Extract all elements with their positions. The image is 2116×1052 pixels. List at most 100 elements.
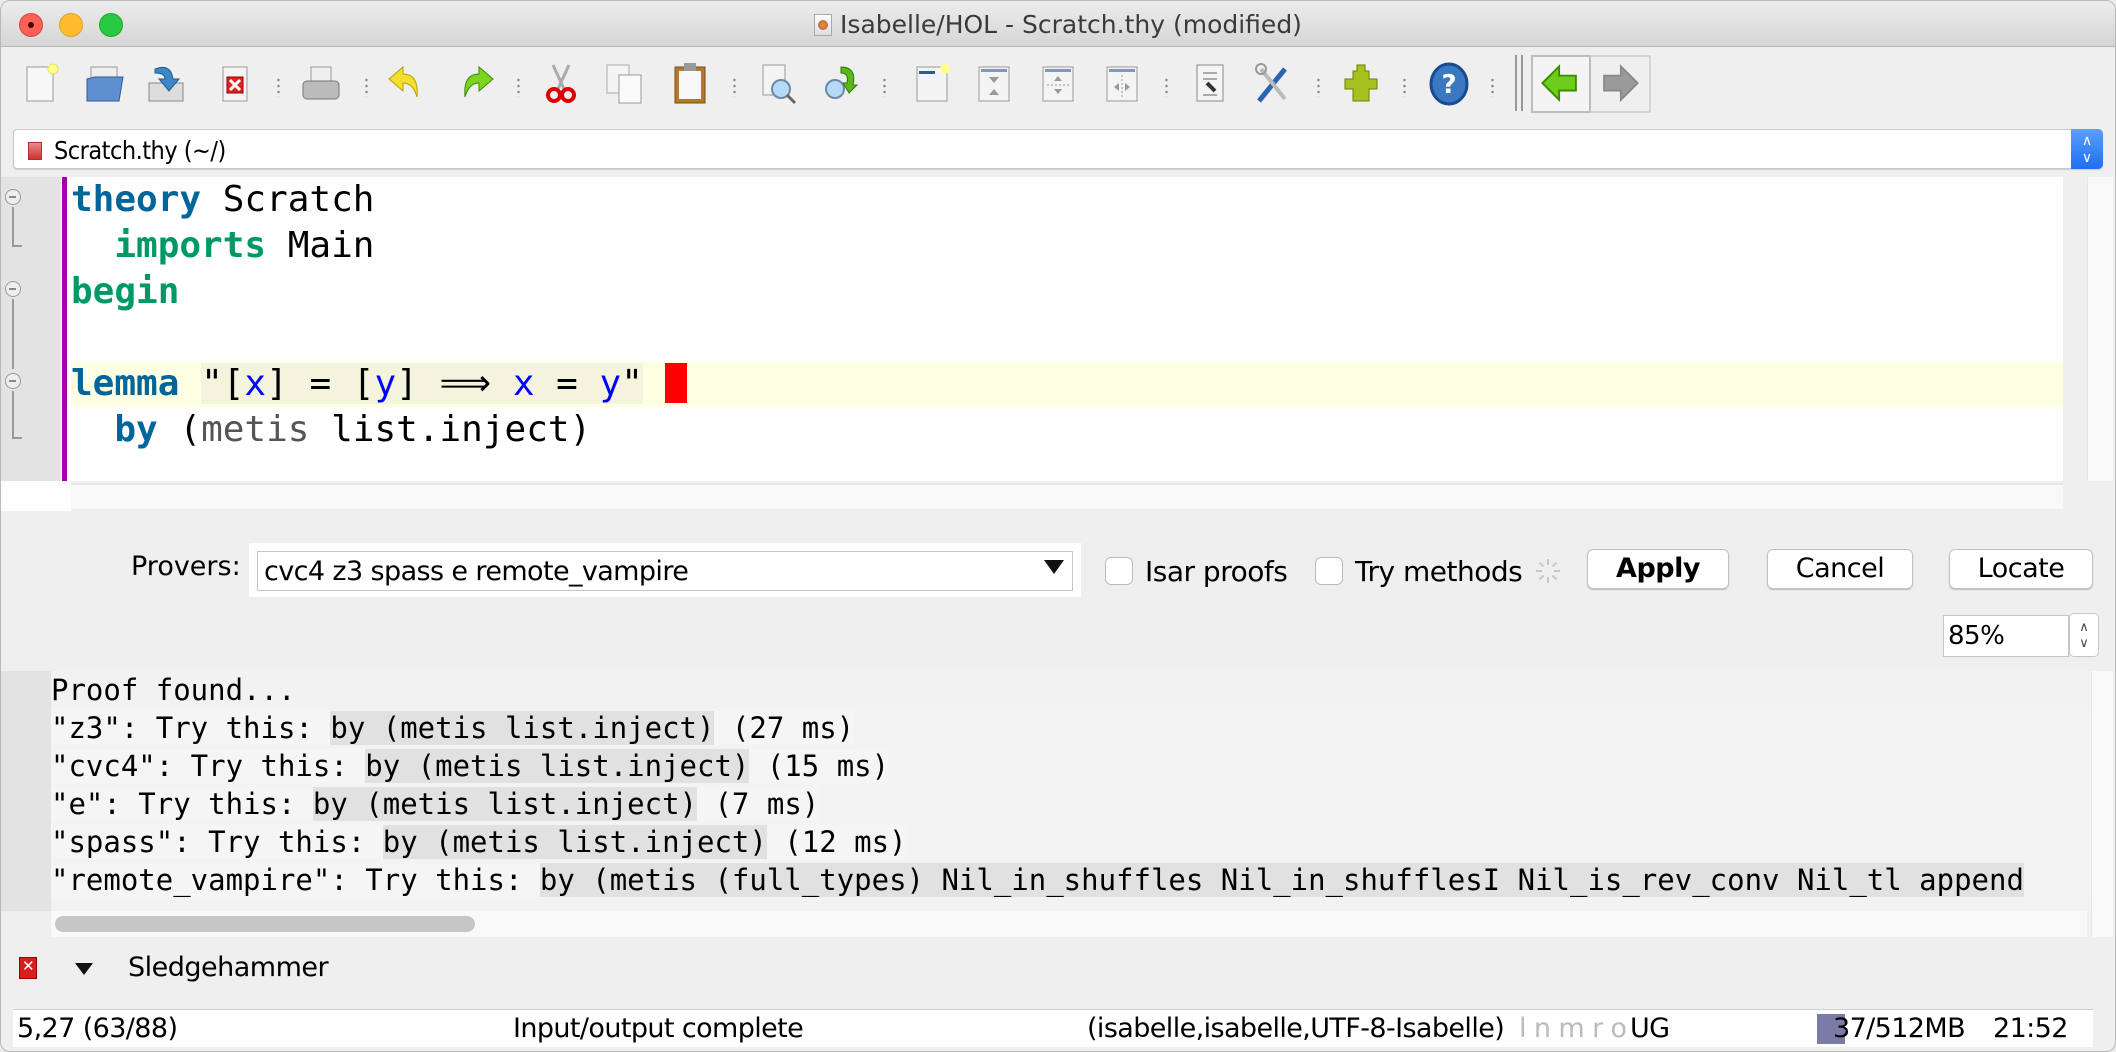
find-icon[interactable] — [757, 61, 801, 107]
undo-icon[interactable] — [385, 61, 429, 107]
result-line[interactable]: "cvc4": Try this: by (metis list.inject)… — [51, 747, 2091, 785]
new-file-icon[interactable] — [21, 61, 65, 107]
proof-suggestion-link[interactable]: by (metis (full_types) Nil_in_shuffles N… — [539, 863, 2024, 897]
theory-marker-bar — [62, 177, 67, 481]
panel-title[interactable]: Sledgehammer — [128, 952, 329, 983]
keyword-begin: begin — [71, 271, 180, 312]
status-bar: 5,27 (63/88) Input/output complete (isab… — [13, 1009, 2093, 1047]
new-view-icon[interactable] — [911, 61, 955, 107]
code-line[interactable]: by (metis list.inject) — [71, 407, 2063, 453]
navigate-forward-button[interactable] — [1591, 55, 1651, 113]
editor-overview-ruler — [2063, 177, 2083, 481]
navigate-back-button[interactable] — [1531, 55, 1591, 113]
proof-method: metis — [201, 409, 310, 450]
editor-gutter — [1, 177, 61, 481]
isar-proofs-checkbox[interactable] — [1105, 557, 1133, 585]
window-title: Isabelle/HOL - Scratch.thy (modified) — [1, 10, 2115, 39]
fold-collapse-icon[interactable] — [5, 189, 21, 205]
text-editor[interactable]: theory Scratch imports Main begin lemma … — [1, 177, 2063, 481]
title-bar: Isabelle/HOL - Scratch.thy (modified) — [1, 1, 2115, 47]
paste-icon[interactable] — [669, 61, 713, 107]
save-file-icon[interactable] — [145, 61, 189, 107]
provers-value: cvc4 z3 spass e remote_vampire — [264, 556, 689, 587]
up-down-chevron-icon[interactable]: ∧ ∨ — [2071, 129, 2103, 169]
code-line[interactable]: theory Scratch — [71, 177, 2063, 223]
close-panel-icon[interactable] — [19, 957, 37, 979]
code-line-current[interactable]: lemma "[x] = [y] ⟹ x = y" — [71, 361, 2063, 407]
caret-position[interactable]: 5,27 (63/88) — [17, 1013, 178, 1044]
provers-input[interactable]: cvc4 z3 spass e remote_vampire — [257, 551, 1073, 591]
back-arrow-icon — [1541, 64, 1577, 103]
fold-collapse-icon[interactable] — [5, 281, 21, 297]
memory-usage[interactable]: 37/512MB — [1833, 1013, 1966, 1044]
proof-suggestion-link[interactable]: by (metis list.inject) — [365, 749, 750, 783]
proof-suggestion-link[interactable]: by (metis list.inject) — [312, 787, 698, 821]
help-icon[interactable]: ? — [1427, 61, 1471, 107]
result-line[interactable]: "remote_vampire": Try this: by (metis (f… — [51, 861, 2091, 899]
window-title-text: Isabelle/HOL - Scratch.thy (modified) — [840, 10, 1302, 39]
keyword-lemma: lemma — [71, 363, 180, 404]
buffer-switcher-value: Scratch.thy (~/) — [54, 136, 226, 165]
find-next-icon[interactable] — [819, 61, 863, 107]
editor-horizontal-scrollbar[interactable] — [71, 483, 2063, 509]
code-line[interactable]: imports Main — [71, 223, 2063, 269]
toolbar: ? — [1, 51, 2115, 119]
zoom-stepper[interactable]: ∧ ∨ — [2069, 613, 2099, 657]
try-methods-label[interactable]: Try methods — [1355, 555, 1523, 588]
scrollbar-thumb[interactable] — [55, 916, 475, 932]
output-vertical-scrollbar[interactable] — [2091, 671, 2113, 937]
clock: 21:52 — [1993, 1013, 2068, 1044]
keyword-by: by — [114, 409, 158, 450]
buffer-switcher[interactable]: Scratch.thy (~/) ∧ ∨ — [13, 129, 2103, 169]
redo-icon[interactable] — [453, 61, 497, 107]
buffer-mode-encoding[interactable]: (isabelle,isabelle,UTF-8-Isabelle) — [1087, 1013, 1505, 1044]
result-line[interactable]: "z3": Try this: by (metis list.inject) (… — [51, 709, 2091, 747]
dropdown-arrow-icon[interactable] — [1044, 560, 1064, 574]
split-vertical-icon[interactable] — [1101, 61, 1145, 107]
error-caret-marker — [664, 363, 687, 403]
editor-vertical-scrollbar[interactable] — [2087, 177, 2113, 481]
code-line[interactable]: begin — [71, 269, 2063, 315]
sledgehammer-output[interactable]: Proof found... "z3": Try this: by (metis… — [1, 671, 2091, 911]
file-icon — [28, 142, 42, 160]
isabelle-window: Isabelle/HOL - Scratch.thy (modified) ? — [0, 0, 2116, 1052]
status-message: Input/output complete — [513, 1013, 804, 1044]
try-methods-checkbox[interactable] — [1315, 557, 1343, 585]
result-line[interactable]: "spass": Try this: by (metis list.inject… — [51, 823, 2091, 861]
theory-name: Scratch — [201, 179, 375, 220]
provers-combobox[interactable]: cvc4 z3 spass e remote_vampire — [249, 543, 1081, 597]
print-icon[interactable] — [299, 61, 343, 107]
lemma-statement: "[x] = [y] ⟹ x = y" — [201, 363, 643, 404]
zoom-input[interactable]: 85% — [1943, 615, 2069, 657]
dock-panel-bar: Sledgehammer — [1, 945, 2115, 991]
open-file-icon[interactable] — [83, 61, 127, 107]
forward-arrow-icon — [1603, 64, 1639, 103]
copy-icon[interactable] — [603, 61, 647, 107]
output-horizontal-scrollbar[interactable] — [51, 911, 2087, 937]
result-line[interactable]: "e": Try this: by (metis list.inject) (7… — [51, 785, 2091, 823]
provers-label: Provers: — [131, 551, 241, 582]
cut-icon[interactable] — [539, 61, 583, 107]
progress-spinner-icon — [1534, 557, 1562, 585]
proof-suggestion-link[interactable]: by (metis list.inject) — [382, 825, 767, 859]
unsplit-icon[interactable] — [973, 61, 1017, 107]
document-icon — [814, 14, 833, 36]
editor-flags[interactable]: l n m r o — [1519, 1013, 1627, 1044]
close-file-icon[interactable] — [215, 61, 259, 107]
toolbar-divider — [1515, 55, 1523, 111]
proof-suggestion-link[interactable]: by (metis list.inject) — [330, 711, 715, 745]
fold-collapse-icon[interactable] — [5, 373, 21, 389]
global-options-icon[interactable] — [1251, 61, 1295, 107]
apply-button[interactable]: Apply — [1587, 549, 1729, 589]
code-line[interactable] — [71, 315, 2063, 361]
cancel-button[interactable]: Cancel — [1767, 549, 1913, 589]
locate-button[interactable]: Locate — [1949, 549, 2093, 589]
split-horizontal-icon[interactable] — [1037, 61, 1081, 107]
svg-text:?: ? — [1441, 70, 1456, 100]
buffer-options-icon[interactable] — [1189, 61, 1233, 107]
input-mode-indicator[interactable]: UG — [1630, 1013, 1670, 1044]
plugin-manager-icon[interactable] — [1339, 61, 1383, 107]
keyword-imports: imports — [114, 225, 267, 266]
isar-proofs-label[interactable]: Isar proofs — [1145, 555, 1288, 588]
collapse-triangle-icon[interactable] — [75, 963, 93, 975]
